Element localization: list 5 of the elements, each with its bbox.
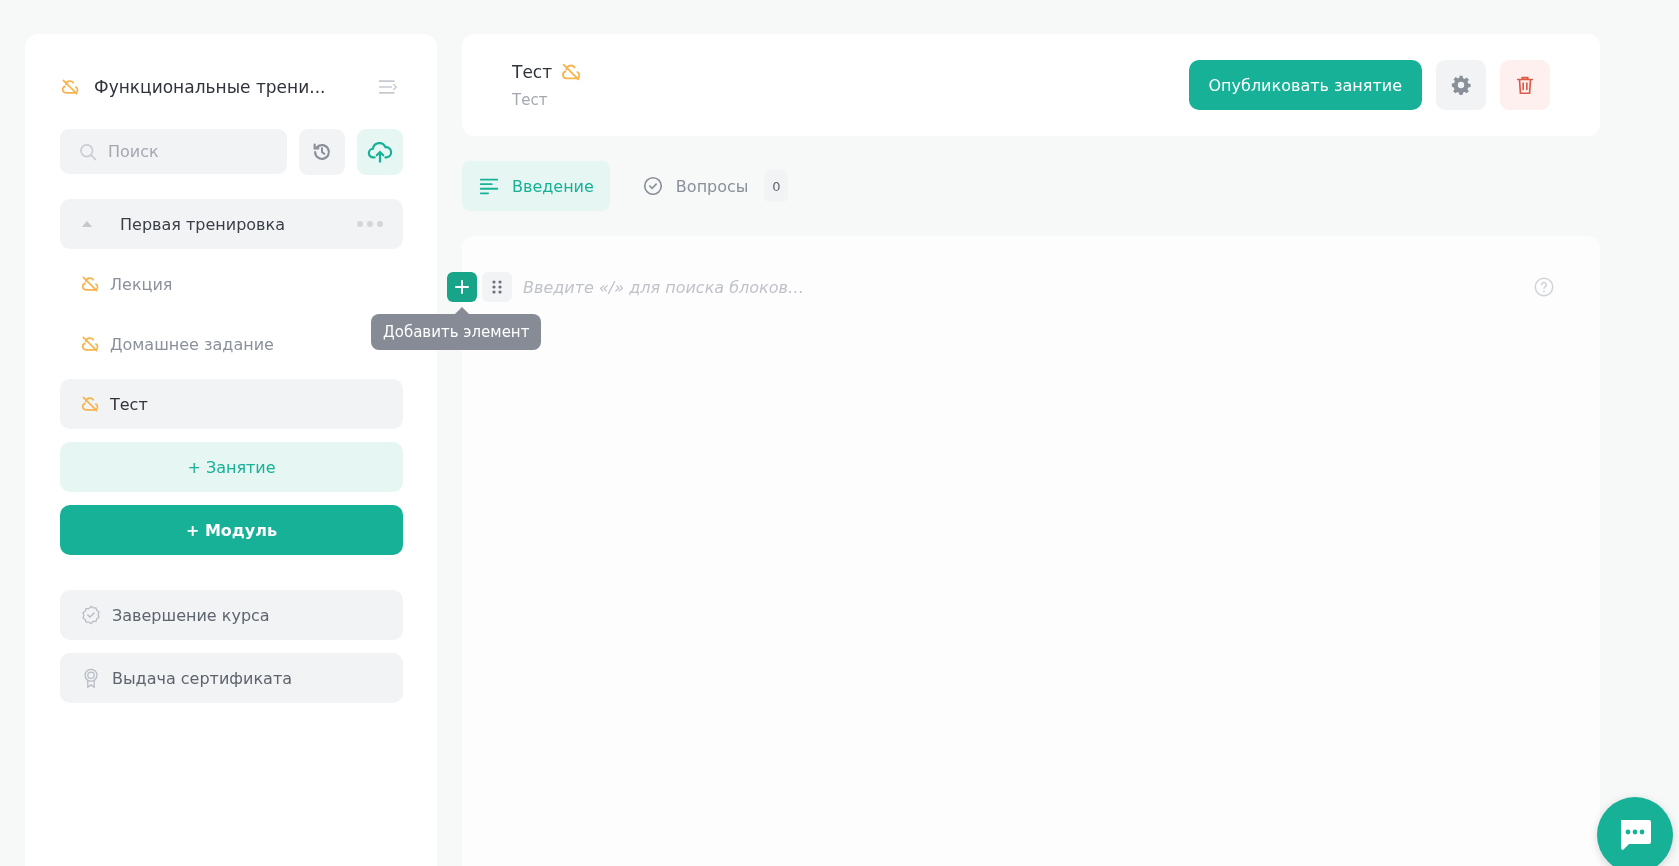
lesson-subtitle: Тест: [512, 91, 549, 109]
tooltip: Добавить элемент: [371, 314, 542, 350]
course-title: Функциональные трени...: [94, 77, 327, 97]
lesson-title: Тест: [512, 62, 553, 82]
count-badge: 0: [764, 170, 789, 202]
